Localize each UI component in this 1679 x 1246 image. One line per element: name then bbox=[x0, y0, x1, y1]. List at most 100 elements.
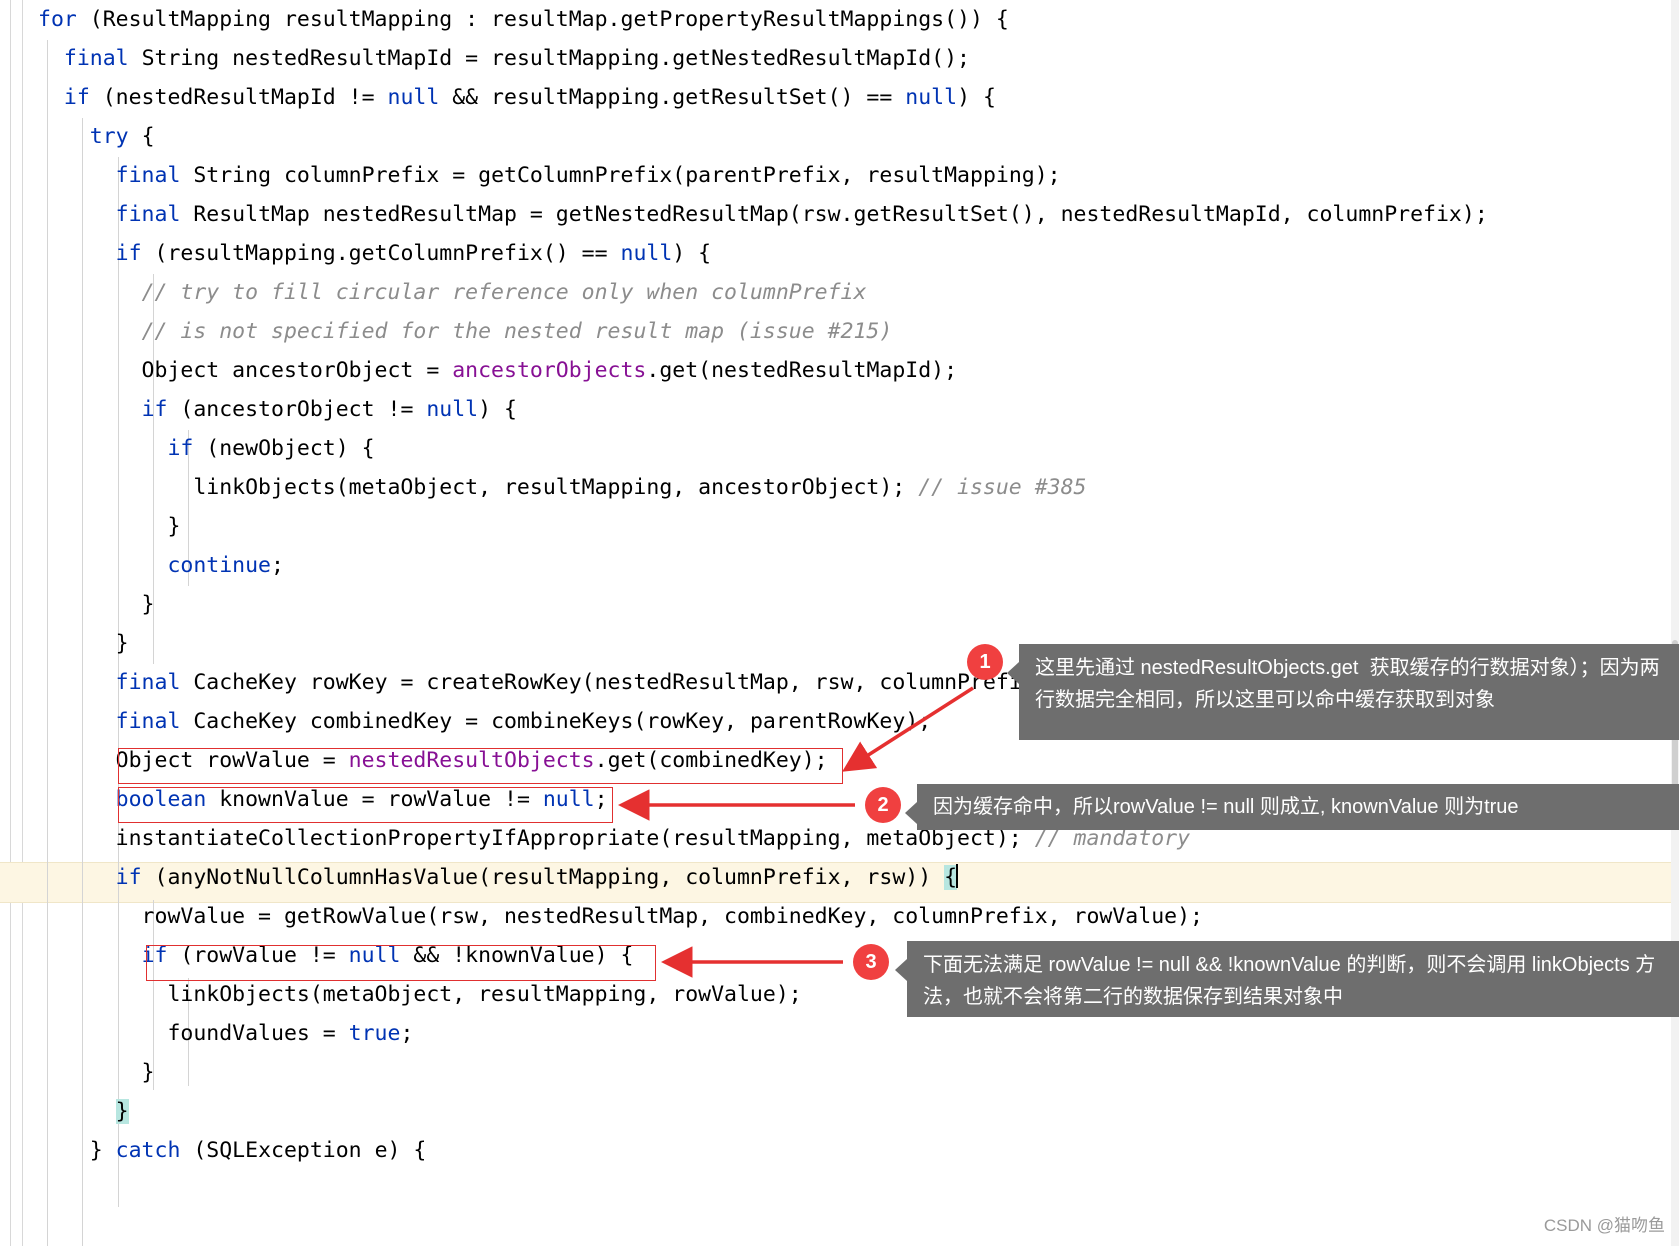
code-line[interactable]: try { bbox=[0, 117, 1679, 156]
code-line[interactable]: // try to fill circular reference only w… bbox=[0, 273, 1679, 312]
code-line[interactable]: } bbox=[0, 585, 1679, 624]
code-token: if bbox=[141, 397, 168, 422]
code-token: ) { bbox=[672, 241, 712, 266]
code-line[interactable]: if (resultMapping.getColumnPrefix() == n… bbox=[0, 234, 1679, 273]
code-token: CacheKey rowKey = createRowKey(nestedRes… bbox=[180, 670, 1061, 695]
code-token: } bbox=[38, 592, 155, 617]
code-token: // try to fill circular reference only w… bbox=[141, 280, 867, 305]
code-token: knownValue = rowValue != bbox=[206, 787, 543, 812]
code-line[interactable]: linkObjects(metaObject, resultMapping, a… bbox=[0, 468, 1679, 507]
watermark: CSDN @猫吻鱼 bbox=[1543, 1216, 1665, 1235]
annotation-badge-3[interactable]: 3 bbox=[853, 944, 889, 980]
annotation-callout-3: 下面无法满足 rowValue != null && !knownValue 的… bbox=[895, 941, 1679, 1017]
code-token: null bbox=[348, 943, 401, 968]
code-line[interactable]: if (newObject) { bbox=[0, 429, 1679, 468]
code-token: final bbox=[115, 709, 181, 734]
code-token: final bbox=[63, 46, 129, 71]
code-token: ; bbox=[594, 787, 608, 812]
code-token: if bbox=[115, 865, 142, 890]
code-token: if bbox=[141, 943, 168, 968]
code-token: nestedResultObjects bbox=[348, 748, 595, 773]
code-token: Object ancestorObject = bbox=[38, 358, 453, 383]
code-line[interactable]: } bbox=[0, 1092, 1679, 1131]
code-token: ; bbox=[271, 553, 284, 578]
code-line[interactable]: Object ancestorObject = ancestorObjects.… bbox=[0, 351, 1679, 390]
code-token: if bbox=[115, 241, 142, 266]
code-token: } bbox=[38, 1138, 116, 1163]
code-token: ) { bbox=[957, 85, 996, 110]
code-token: (nestedResultMapId != bbox=[89, 85, 388, 110]
code-line[interactable]: if (nestedResultMapId != null && resultM… bbox=[0, 78, 1679, 117]
code-line[interactable]: continue; bbox=[0, 546, 1679, 585]
code-token: } bbox=[38, 631, 129, 656]
code-token: final bbox=[115, 163, 181, 188]
code-token: instantiateCollectionPropertyIfAppropria… bbox=[38, 826, 1035, 851]
code-line[interactable]: final String nestedResultMapId = resultM… bbox=[0, 39, 1679, 78]
code-line[interactable]: for (ResultMapping resultMapping : resul… bbox=[0, 0, 1679, 39]
code-token: null bbox=[620, 241, 673, 266]
annotation-callout-2: 因为缓存命中，所以rowValue != null 则成立, knownValu… bbox=[905, 784, 1679, 830]
code-line[interactable]: if (ancestorObject != null) { bbox=[0, 390, 1679, 429]
code-token: ancestorObjects bbox=[452, 358, 647, 383]
code-token: ; bbox=[400, 1021, 414, 1046]
code-line[interactable]: final String columnPrefix = getColumnPre… bbox=[0, 156, 1679, 195]
code-line[interactable]: } bbox=[0, 507, 1679, 546]
code-token: && resultMapping.getResultSet() == bbox=[439, 85, 906, 110]
code-token: rowValue = getRowValue(rsw, nestedResult… bbox=[38, 904, 1203, 929]
code-line[interactable]: if (anyNotNullColumnHasValue(resultMappi… bbox=[0, 858, 1679, 897]
code-token: linkObjects(metaObject, resultMapping, r… bbox=[38, 982, 802, 1007]
code-line[interactable]: } catch (SQLException e) { bbox=[0, 1131, 1679, 1170]
code-token: boolean bbox=[115, 787, 207, 812]
annotation-badge-2[interactable]: 2 bbox=[865, 787, 901, 823]
code-editor[interactable]: for (ResultMapping resultMapping : resul… bbox=[0, 0, 1679, 1246]
code-token: ResultMap nestedResultMap = getNestedRes… bbox=[180, 202, 1488, 227]
code-token: // is not specified for the nested resul… bbox=[141, 319, 893, 344]
code-line[interactable]: // is not specified for the nested resul… bbox=[0, 312, 1679, 351]
code-token: { bbox=[128, 124, 155, 149]
code-token: } bbox=[38, 514, 181, 539]
code-token: Object rowValue = bbox=[38, 748, 349, 773]
code-token: String nestedResultMapId = resultMapping… bbox=[128, 46, 970, 71]
code-token: null bbox=[387, 85, 440, 110]
code-line[interactable]: rowValue = getRowValue(rsw, nestedResult… bbox=[0, 897, 1679, 936]
code-token: (ResultMapping resultMapping : resultMap… bbox=[76, 7, 1009, 32]
code-token: (rowValue != bbox=[167, 943, 349, 968]
code-line[interactable]: } bbox=[0, 1053, 1679, 1092]
code-token: catch bbox=[115, 1138, 181, 1163]
annotation-callout-1: 这里先通过 nestedResultObjects.get 获取缓存的行数据对象… bbox=[1007, 644, 1679, 740]
annotation-badge-1[interactable]: 1 bbox=[967, 644, 1003, 680]
code-line[interactable]: final ResultMap nestedResultMap = getNes… bbox=[0, 195, 1679, 234]
code-token: (anyNotNullColumnHasValue(resultMapping,… bbox=[141, 865, 945, 890]
code-token: && !knownValue) { bbox=[400, 943, 634, 968]
code-token: final bbox=[115, 670, 181, 695]
code-token: final bbox=[115, 202, 181, 227]
code-line[interactable]: Object rowValue = nestedResultObjects.ge… bbox=[0, 741, 1679, 780]
code-token: (ancestorObject != bbox=[167, 397, 427, 422]
code-token: (newObject) { bbox=[193, 436, 375, 461]
code-token: String columnPrefix = getColumnPrefix(pa… bbox=[180, 163, 1061, 188]
code-line[interactable]: foundValues = true; bbox=[0, 1014, 1679, 1053]
code-token: null bbox=[905, 85, 958, 110]
code-token: continue bbox=[167, 553, 272, 578]
code-token: linkObjects(metaObject, resultMapping, a… bbox=[38, 475, 919, 500]
code-token: true bbox=[348, 1021, 401, 1046]
code-token: null bbox=[426, 397, 479, 422]
vertical-scrollbar-track[interactable] bbox=[1671, 0, 1679, 1246]
code-token: (resultMapping.getColumnPrefix() == bbox=[141, 241, 621, 266]
code-token: (SQLException e) { bbox=[180, 1138, 427, 1163]
